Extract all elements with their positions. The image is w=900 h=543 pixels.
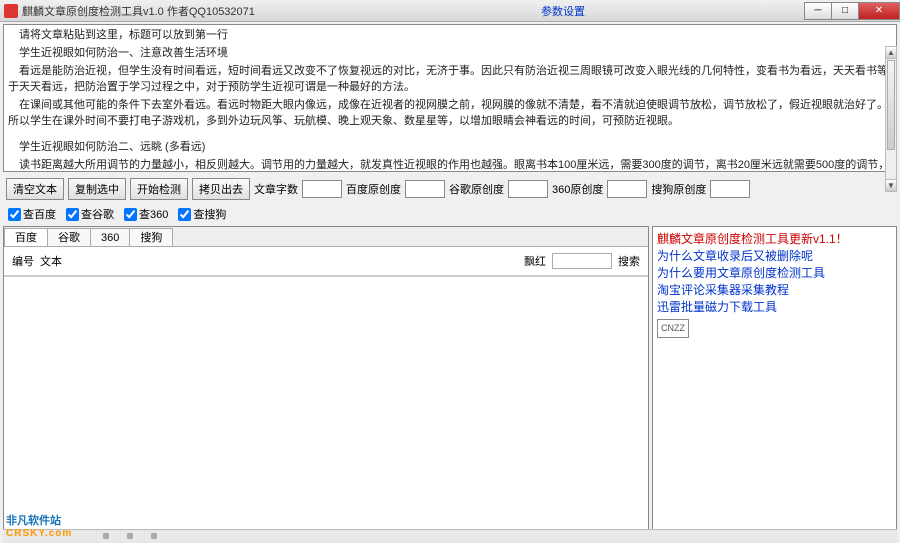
red-input[interactable]: [552, 253, 612, 269]
tab-360[interactable]: 360: [90, 228, 130, 246]
scroll-up-icon[interactable]: ▲: [886, 47, 896, 59]
settings-link[interactable]: 参数设置: [541, 3, 585, 19]
export-button[interactable]: 拷贝出去: [192, 178, 250, 200]
news-item[interactable]: 淘宝评论采集器采集教程: [657, 282, 892, 299]
check-sogou-box[interactable]: [178, 208, 191, 221]
wordcount-label: 文章字数: [254, 181, 298, 197]
tab-google[interactable]: 谷歌: [47, 228, 91, 246]
engine-checkboxes: 查百度 查谷歌 查360 查搜狗: [0, 204, 900, 226]
check-baidu-box[interactable]: [8, 208, 21, 221]
window-controls: ─ □ ✕: [805, 2, 900, 20]
check-sogou[interactable]: 查搜狗: [178, 206, 226, 222]
results-list[interactable]: [4, 276, 648, 539]
baidu-score-label: 百度原创度: [346, 181, 401, 197]
news-item[interactable]: 迅雷批量磁力下载工具: [657, 299, 892, 316]
status-bar: [3, 529, 897, 543]
scroll-thumb[interactable]: [887, 60, 895, 150]
google-score-field[interactable]: [508, 180, 548, 198]
cnzz-badge: CNZZ: [657, 319, 689, 338]
maximize-button[interactable]: □: [831, 2, 859, 20]
clear-button[interactable]: 清空文本: [6, 178, 64, 200]
app-icon: [4, 4, 18, 18]
news-item[interactable]: 为什么要用文章原创度检测工具: [657, 265, 892, 282]
article-line: 看远是能防治近视，但学生没有时间看远，短时间看远又改变不了恢复视远的对比，无济于…: [8, 63, 892, 95]
baidu-score-field[interactable]: [405, 180, 445, 198]
news-panel: 麒麟文章原创度检测工具更新v1.1！ 为什么文章收录后又被删除呢 为什么要用文章…: [652, 226, 897, 540]
sogou-score-label: 搜狗原创度: [651, 181, 706, 197]
toolbar: 清空文本 复制选中 开始检测 拷贝出去 文章字数 百度原创度 谷歌原创度 360…: [0, 174, 900, 204]
engine-tabs: 百度 谷歌 360 搜狗: [4, 227, 648, 247]
col-red: 飘红: [524, 253, 546, 269]
close-button[interactable]: ✕: [858, 2, 900, 20]
article-line: 请将文章粘贴到这里，标题可以放到第一行: [8, 27, 892, 43]
article-line: 读书距离越大所用调节的力量越小，相反则越大。调节用的力量越大，就发真性近视眼的作…: [8, 157, 892, 172]
so360-score-field[interactable]: [607, 180, 647, 198]
watermark-sub: CRSKY.com: [6, 528, 72, 539]
sogou-score-field[interactable]: [710, 180, 750, 198]
google-score-label: 谷歌原创度: [449, 181, 504, 197]
article-textarea[interactable]: 请将文章粘贴到这里，标题可以放到第一行 学生近视眼如何防治一、注意改善生活环境 …: [3, 24, 897, 172]
news-item[interactable]: 为什么文章收录后又被删除呢: [657, 248, 892, 265]
minimize-button[interactable]: ─: [804, 2, 832, 20]
results-header: 编号 文本 飘红 搜索: [4, 247, 648, 276]
window-title: 麒麟文章原创度检测工具v1.0 作者QQ10532071: [22, 3, 541, 19]
tab-sogou[interactable]: 搜狗: [129, 228, 173, 246]
tab-baidu[interactable]: 百度: [4, 228, 48, 246]
check-baidu[interactable]: 查百度: [8, 206, 56, 222]
textarea-scrollbar[interactable]: ▲ ▼: [885, 46, 897, 192]
article-line: 在课间或其他可能的条件下去室外看远。看远时物距大眼内像远，成像在近视者的视网膜之…: [8, 97, 892, 129]
col-search: 搜索: [618, 253, 640, 269]
check-360-box[interactable]: [124, 208, 137, 221]
check-google[interactable]: 查谷歌: [66, 206, 114, 222]
article-line: 学生近视眼如何防治一、注意改善生活环境: [8, 45, 892, 61]
article-line: 学生近视眼如何防治二、远眺 (多看远): [8, 139, 892, 155]
check-360[interactable]: 查360: [124, 206, 168, 222]
results-panel: 百度 谷歌 360 搜狗 编号 文本 飘红 搜索: [3, 226, 649, 540]
copy-button[interactable]: 复制选中: [68, 178, 126, 200]
watermark-main: 非凡软件站: [6, 515, 61, 527]
titlebar: 麒麟文章原创度检测工具v1.0 作者QQ10532071 参数设置 ─ □ ✕: [0, 0, 900, 22]
col-id: 编号: [12, 253, 34, 269]
col-text: 文本: [40, 253, 62, 269]
news-item[interactable]: 麒麟文章原创度检测工具更新v1.1！: [657, 231, 892, 248]
wordcount-field[interactable]: [302, 180, 342, 198]
so360-score-label: 360原创度: [552, 181, 603, 197]
start-button[interactable]: 开始检测: [130, 178, 188, 200]
check-google-box[interactable]: [66, 208, 79, 221]
scroll-down-icon[interactable]: ▼: [886, 179, 896, 191]
watermark: 非凡软件站 CRSKY.com: [6, 512, 72, 539]
